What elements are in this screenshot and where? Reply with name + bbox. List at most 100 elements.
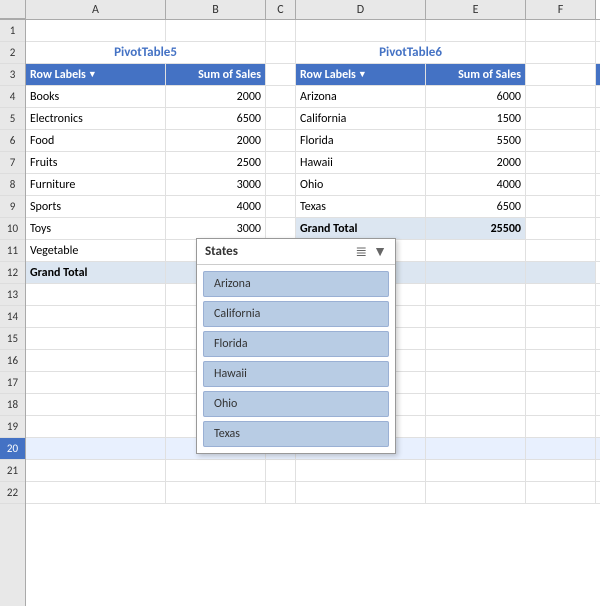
cell-7f[interactable] (526, 152, 596, 173)
cell-3c[interactable] (266, 64, 296, 85)
pivot1-row-0-label[interactable]: Books (26, 86, 166, 107)
cell-18e[interactable] (426, 394, 526, 415)
cell-4c[interactable] (266, 86, 296, 107)
pivot2-row-4-value[interactable]: 4000 (426, 174, 526, 195)
cell-16a[interactable] (26, 350, 166, 371)
cell-22b[interactable] (166, 482, 266, 503)
cell-17e[interactable] (426, 372, 526, 393)
pivot2-row-5-value[interactable]: 6500 (426, 196, 526, 217)
slicer-item-texas[interactable]: Texas (203, 421, 389, 447)
cell-15a[interactable] (26, 328, 166, 349)
cell-9c[interactable] (266, 196, 296, 217)
slicer-states[interactable]: States ≣ ▼ Arizona California Florida Ha… (196, 238, 396, 454)
slicer-sort-icon[interactable]: ≣ (355, 243, 367, 260)
pivot1-row-3-value[interactable]: 2500 (166, 152, 266, 173)
cell-19f[interactable] (526, 416, 596, 437)
pivot1-row-2-label[interactable]: Food (26, 130, 166, 151)
cell-1d[interactable] (296, 20, 426, 41)
cell-4f[interactable] (526, 86, 596, 107)
cell-8c[interactable] (266, 174, 296, 195)
cell-21c[interactable] (266, 460, 296, 481)
slicer-item-ohio[interactable]: Ohio (203, 391, 389, 417)
cell-3f[interactable] (526, 64, 596, 85)
cell-13f[interactable] (526, 284, 596, 305)
slicer-filter-icon[interactable]: ▼ (373, 243, 387, 260)
cell-15e[interactable] (426, 328, 526, 349)
cell-14a[interactable] (26, 306, 166, 327)
slicer-item-florida[interactable]: Florida (203, 331, 389, 357)
cell-15f[interactable] (526, 328, 596, 349)
cell-10c[interactable] (266, 218, 296, 239)
pivot2-row-5-label[interactable]: Texas (296, 196, 426, 217)
cell-17f[interactable] (526, 372, 596, 393)
cell-21b[interactable] (166, 460, 266, 481)
cell-12e[interactable] (426, 262, 526, 283)
cell-1a[interactable] (26, 20, 166, 41)
cell-14e[interactable] (426, 306, 526, 327)
cell-18a[interactable] (26, 394, 166, 415)
pivot1-row-3-label[interactable]: Fruits (26, 152, 166, 173)
pivot1-row-5-label[interactable]: Sports (26, 196, 166, 217)
cell-18f[interactable] (526, 394, 596, 415)
cell-20a[interactable] (26, 438, 166, 459)
cell-21e[interactable] (426, 460, 526, 481)
cell-16f[interactable] (526, 350, 596, 371)
cell-1f[interactable] (526, 20, 596, 41)
cell-16e[interactable] (426, 350, 526, 371)
cell-17a[interactable] (26, 372, 166, 393)
pivot2-row-1-value[interactable]: 1500 (426, 108, 526, 129)
cell-5f[interactable] (526, 108, 596, 129)
slicer-item-california[interactable]: California (203, 301, 389, 327)
pivot2-row-2-value[interactable]: 5500 (426, 130, 526, 151)
cell-1e[interactable] (426, 20, 526, 41)
cell-20e[interactable] (426, 438, 526, 459)
pivot1-row-4-value[interactable]: 3000 (166, 174, 266, 195)
cell-6c[interactable] (266, 130, 296, 151)
cell-22d[interactable] (296, 482, 426, 503)
slicer-item-arizona[interactable]: Arizona (203, 271, 389, 297)
cell-22c[interactable] (266, 482, 296, 503)
cell-5c[interactable] (266, 108, 296, 129)
cell-2f[interactable] (526, 42, 596, 63)
pivot2-row-2-label[interactable]: Florida (296, 130, 426, 151)
cell-8f[interactable] (526, 174, 596, 195)
cell-20f[interactable] (526, 438, 596, 459)
cell-21a[interactable] (26, 460, 166, 481)
cell-14f[interactable] (526, 306, 596, 327)
pivot1-header-label[interactable]: Row Labels ▼ (26, 64, 166, 85)
cell-13a[interactable] (26, 284, 166, 305)
cell-11e[interactable] (426, 240, 526, 261)
pivot1-row-7-label[interactable]: Vegetable (26, 240, 166, 261)
pivot2-row-4-label[interactable]: Ohio (296, 174, 426, 195)
cell-9f[interactable] (526, 196, 596, 217)
cell-13e[interactable] (426, 284, 526, 305)
slicer-item-hawaii[interactable]: Hawaii (203, 361, 389, 387)
pivot1-row-5-value[interactable]: 4000 (166, 196, 266, 217)
cell-22f[interactable] (526, 482, 596, 503)
cell-19e[interactable] (426, 416, 526, 437)
pivot2-row-0-label[interactable]: Arizona (296, 86, 426, 107)
pivot2-row-3-label[interactable]: Hawaii (296, 152, 426, 173)
cell-22e[interactable] (426, 482, 526, 503)
cell-2c[interactable] (266, 42, 296, 63)
pivot1-row-4-label[interactable]: Furniture (26, 174, 166, 195)
cell-12f[interactable] (526, 262, 596, 283)
pivot1-row-6-value[interactable]: 3000 (166, 218, 266, 239)
pivot2-row-1-label[interactable]: California (296, 108, 426, 129)
pivot2-row-3-value[interactable]: 2000 (426, 152, 526, 173)
cell-21d[interactable] (296, 460, 426, 481)
cell-21f[interactable] (526, 460, 596, 481)
cell-11f[interactable] (526, 240, 596, 261)
cell-7c[interactable] (266, 152, 296, 173)
pivot1-row-1-value[interactable]: 6500 (166, 108, 266, 129)
pivot1-row-2-value[interactable]: 2000 (166, 130, 266, 151)
pivot1-row-6-label[interactable]: Toys (26, 218, 166, 239)
cell-22a[interactable] (26, 482, 166, 503)
cell-6f[interactable] (526, 130, 596, 151)
pivot2-row-0-value[interactable]: 6000 (426, 86, 526, 107)
cell-19a[interactable] (26, 416, 166, 437)
cell-1b[interactable] (166, 20, 266, 41)
pivot1-row-1-label[interactable]: Electronics (26, 108, 166, 129)
cell-1c[interactable] (266, 20, 296, 41)
cell-10f[interactable] (526, 218, 596, 239)
